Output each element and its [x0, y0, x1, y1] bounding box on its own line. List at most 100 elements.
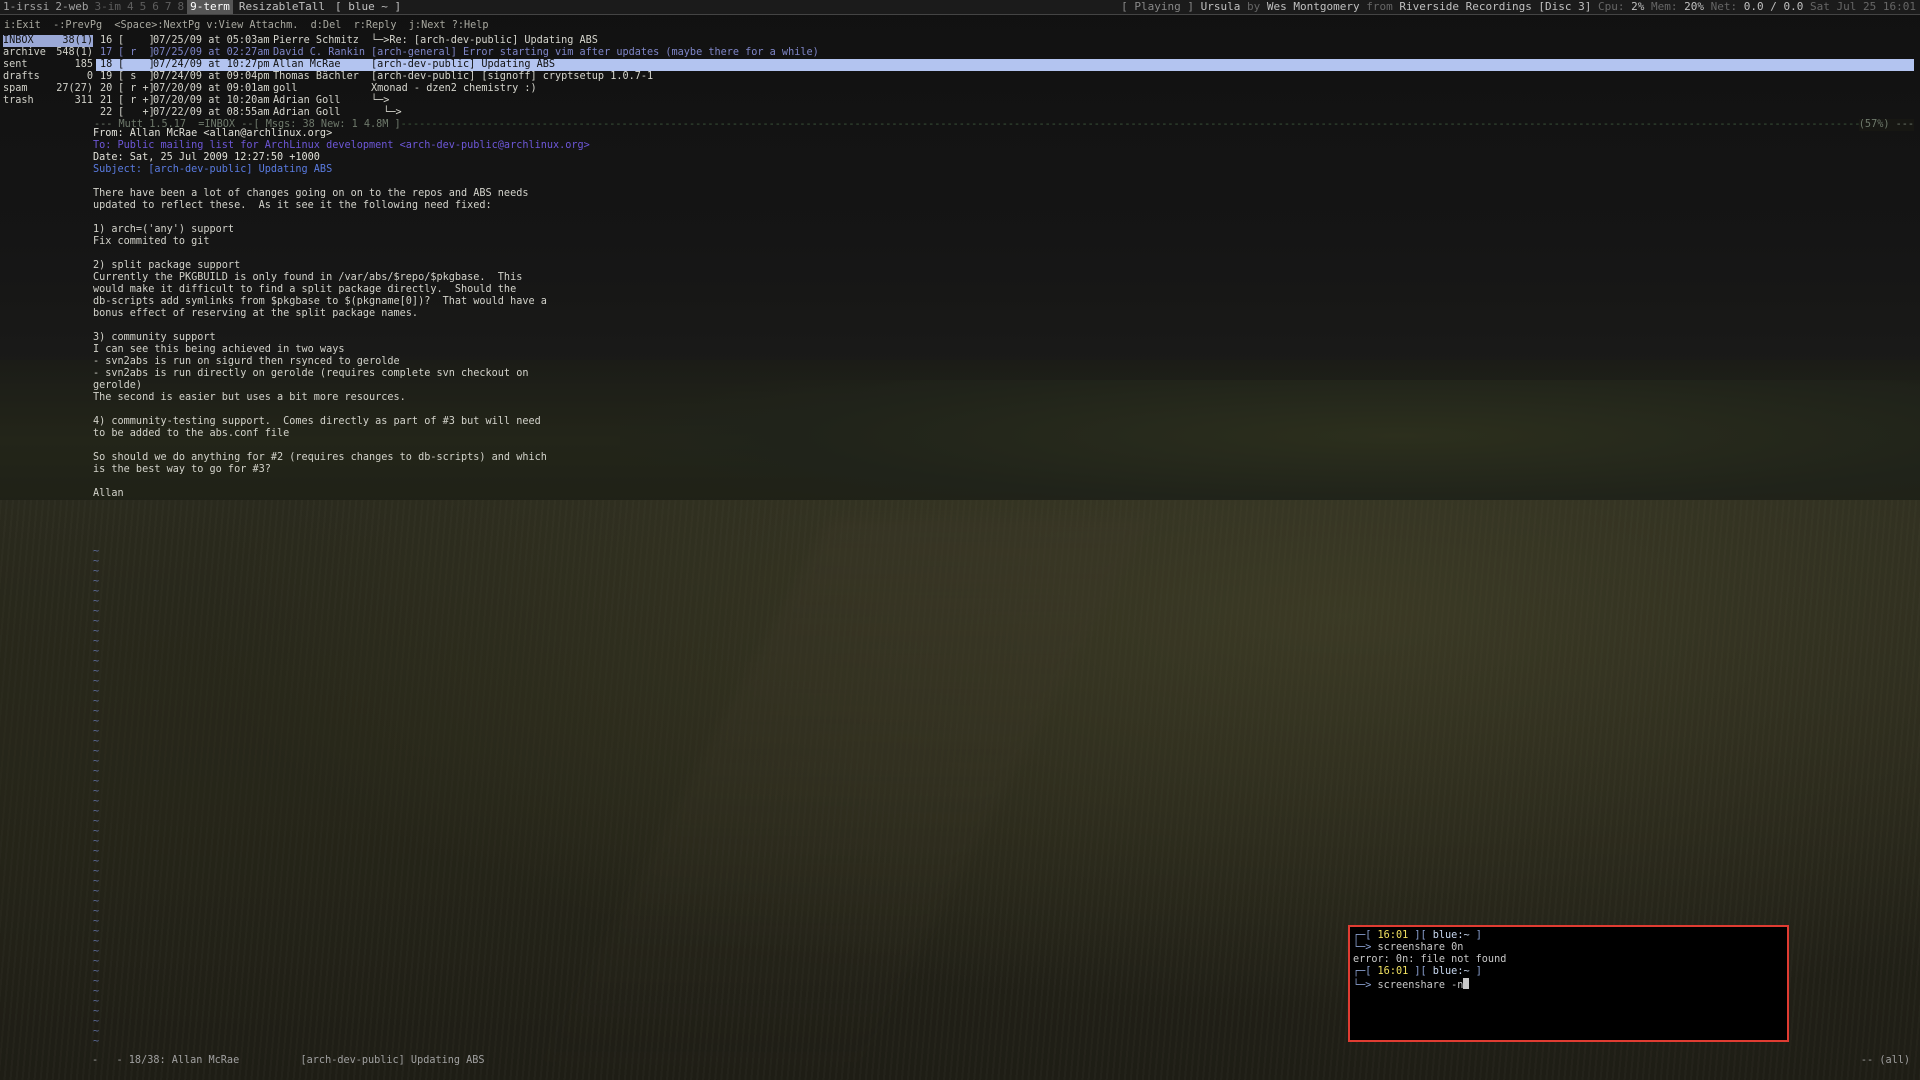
sidebar-mailbox-archive[interactable]: archive 548(1): [3, 47, 93, 59]
mailbox-count: 185: [74, 59, 93, 70]
clock: Sat Jul 25 16:01: [1810, 0, 1916, 13]
message-author: goll: [273, 83, 298, 94]
prompt-line-1: ┌─[ 16:01 ][ blue:~ ]: [1353, 930, 1482, 942]
workspace-6[interactable]: 6: [149, 0, 162, 14]
player-state: [ Playing ]: [1121, 0, 1195, 13]
sidebar-mailbox-spam[interactable]: spam 27(27): [3, 83, 93, 95]
mailbox-count: 311: [74, 95, 93, 106]
message-date: 07/20/09 at 09:01am: [153, 83, 270, 94]
header-to: To: Public mailing list for ArchLinux de…: [93, 140, 590, 151]
mailbox-name: INBOX: [3, 35, 34, 46]
message-date: 07/22/09 at 08:55am: [153, 107, 270, 118]
body-line: The second is easier but uses a bit more…: [93, 392, 406, 403]
body-line: is the best way to go for #3?: [93, 464, 271, 475]
message-date: 07/25/09 at 02:27am: [153, 47, 270, 58]
workspace-4[interactable]: 4: [124, 0, 137, 14]
body-line: I can see this being achieved in two way…: [93, 344, 345, 355]
message-row[interactable]: 21 [ r +] 07/20/09 at 10:20am Adrian Goll └─…: [96, 95, 1914, 107]
workspace-1-irssi[interactable]: 1-irssi: [0, 0, 52, 14]
message-date: 07/24/09 at 10:27pm: [153, 59, 270, 70]
message-subject: Xmonad - dzen2 chemistry :): [371, 83, 537, 94]
command-text: screenshare 0n: [1377, 942, 1464, 953]
sidebar-mailbox-sent[interactable]: sent 185: [3, 59, 93, 71]
message-flags: [ +]: [118, 107, 155, 118]
sidebar-mailbox-inbox[interactable]: INBOX 38(1): [3, 35, 93, 47]
body-line: 4) community-testing support. Comes dire…: [93, 416, 541, 427]
message-num: 19: [100, 71, 113, 82]
message-flags: [ r ]: [118, 47, 155, 58]
song-from-label: from: [1366, 0, 1393, 13]
message-row[interactable]: 19 [ s ] 07/24/09 at 09:04pm Thomas Bächler…: [96, 71, 1914, 83]
body-line: There have been a lot of changes going o…: [93, 188, 529, 199]
message-subject: └─>: [371, 107, 402, 118]
prompt-arrow: └─>: [1353, 980, 1372, 991]
message-row[interactable]: 22 [ +] 07/22/09 at 08:55am Adrian Goll └─>: [96, 107, 1914, 119]
pager-status-position: -- (all): [1860, 1055, 1910, 1066]
net-label: Net:: [1710, 0, 1738, 13]
command-input[interactable]: screenshare -n: [1378, 980, 1464, 991]
layout-name[interactable]: ResizableTall: [233, 0, 331, 13]
mailbox-name: archive: [3, 47, 46, 58]
workspace-9-term[interactable]: 9-term: [187, 0, 233, 14]
message-num: 21: [100, 95, 113, 106]
message-num: 20: [100, 83, 113, 94]
body-line: 2) split package support: [93, 260, 241, 271]
prompt-close: ]: [1475, 966, 1482, 977]
header-from: From: Allan McRae <allan@archlinux.org>: [93, 128, 333, 139]
song-by-label: by: [1247, 0, 1261, 13]
message-row[interactable]: 16 [ ] 07/25/09 at 05:03am Pierre Schmitz └─…: [96, 35, 1914, 47]
mailbox-name: trash: [3, 95, 34, 106]
pager-status-text: - - 18/38: Allan McRae [arch-dev-public]…: [92, 1055, 485, 1066]
body-line: Allan: [93, 488, 124, 499]
body-line: So should we do anything for #2 (require…: [93, 452, 547, 463]
body-line: Currently the PKGBUILD is only found in …: [93, 272, 523, 283]
message-author: Thomas Bächler: [273, 71, 359, 82]
focused-window-title: [ blue ~ ]: [334, 0, 402, 13]
mutt-help-line: i:Exit -:PrevPg <Space>:NextPg v:View At…: [4, 20, 489, 31]
message-row[interactable]: 18 [ ] 07/24/09 at 10:27pm Allan McRae [arch…: [96, 59, 1914, 71]
workspace-8[interactable]: 8: [174, 0, 187, 14]
body-line: - svn2abs is run on sigurd then rsynced …: [93, 356, 400, 367]
body-line: bonus effect of reserving at the split p…: [93, 308, 419, 319]
prompt-host: blue:~: [1432, 966, 1470, 977]
workspace-3-im[interactable]: 3-im: [91, 0, 124, 14]
workspace-2-web[interactable]: 2-web: [52, 0, 91, 14]
message-num: 18: [100, 59, 113, 70]
prompt-close: ]: [1475, 930, 1482, 941]
mailbox-count: 38(1): [62, 35, 93, 46]
mailbox-count: 548(1): [56, 47, 93, 58]
prompt-separator: ][: [1414, 930, 1427, 941]
prompt-bracket: ┌─[: [1353, 930, 1372, 941]
song-artist: Wes Montgomery: [1266, 0, 1360, 13]
system-info: [ Playing ] Ursula by Wes Montgomery fro…: [1121, 0, 1916, 14]
message-subject: [arch-dev-public] [signoff] cryptsetup 1…: [371, 71, 654, 82]
body-line: 1) arch=('any') support: [93, 224, 235, 235]
sidebar-mailbox-drafts[interactable]: drafts 0: [3, 71, 93, 83]
command-line-2[interactable]: └─> screenshare -n: [1353, 978, 1470, 991]
message-flags: [ r +]: [118, 95, 155, 106]
xmonad-status-bar: 1-irssi 2-web 3-im 4 5 6 7 8 9-term ResizableTall…: [0, 0, 1920, 15]
prompt-line-2: ┌─[ 16:01 ][ blue:~ ]: [1353, 966, 1482, 978]
body-line: would make it difficult to find a split …: [93, 284, 517, 295]
command-line-1: └─> screenshare 0n: [1353, 942, 1463, 954]
workspace-7[interactable]: 7: [162, 0, 175, 14]
workspace-5[interactable]: 5: [137, 0, 150, 14]
header-subject: Subject: [arch-dev-public] Updating ABS: [93, 164, 333, 175]
song-album: Riverside Recordings [Disc 3]: [1399, 0, 1592, 13]
message-row[interactable]: 20 [ r +] 07/20/09 at 09:01am goll Xmonad - …: [96, 83, 1914, 95]
workspace-list: 1-irssi 2-web 3-im 4 5 6 7 8 9-term: [0, 0, 233, 14]
message-author: Adrian Goll: [273, 107, 341, 118]
prompt-host: blue:~: [1432, 930, 1470, 941]
prompt-separator: ][: [1414, 966, 1427, 977]
message-flags: [ s ]: [118, 71, 155, 82]
message-row[interactable]: 17 [ r ] 07/25/09 at 02:27am David C. Ranki…: [96, 47, 1914, 59]
sidebar-mailbox-trash[interactable]: trash 311: [3, 95, 93, 107]
message-subject: [arch-dev-public] Updating ABS: [371, 59, 556, 70]
song-title: Ursula: [1200, 0, 1241, 13]
message-author: Allan McRae: [273, 59, 341, 70]
mutt-terminal[interactable]: i:Exit -:PrevPg <Space>:NextPg v:View At…: [0, 15, 1920, 1075]
message-date: 07/25/09 at 05:03am: [153, 35, 270, 46]
floating-terminal[interactable]: ┌─[ 16:01 ][ blue:~ ] └─> screenshare 0n…: [1348, 925, 1789, 1042]
body-line: 3) community support: [93, 332, 216, 343]
message-author: Adrian Goll: [273, 95, 341, 106]
